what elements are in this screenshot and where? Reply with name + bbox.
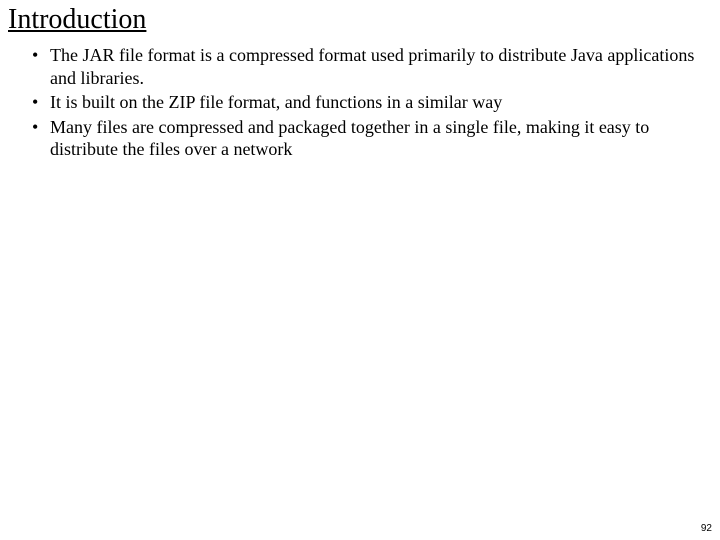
bullet-item: The JAR file format is a compressed form… [36,44,702,89]
bullet-item: Many files are compressed and packaged t… [36,116,702,161]
slide-container: Introduction The JAR file format is a co… [0,0,720,540]
bullet-item: It is built on the ZIP file format, and … [36,91,702,114]
slide-title: Introduction [8,4,712,36]
bullet-list: The JAR file format is a compressed form… [18,44,702,161]
page-number: 92 [701,523,712,534]
slide-content: The JAR file format is a compressed form… [8,44,712,161]
